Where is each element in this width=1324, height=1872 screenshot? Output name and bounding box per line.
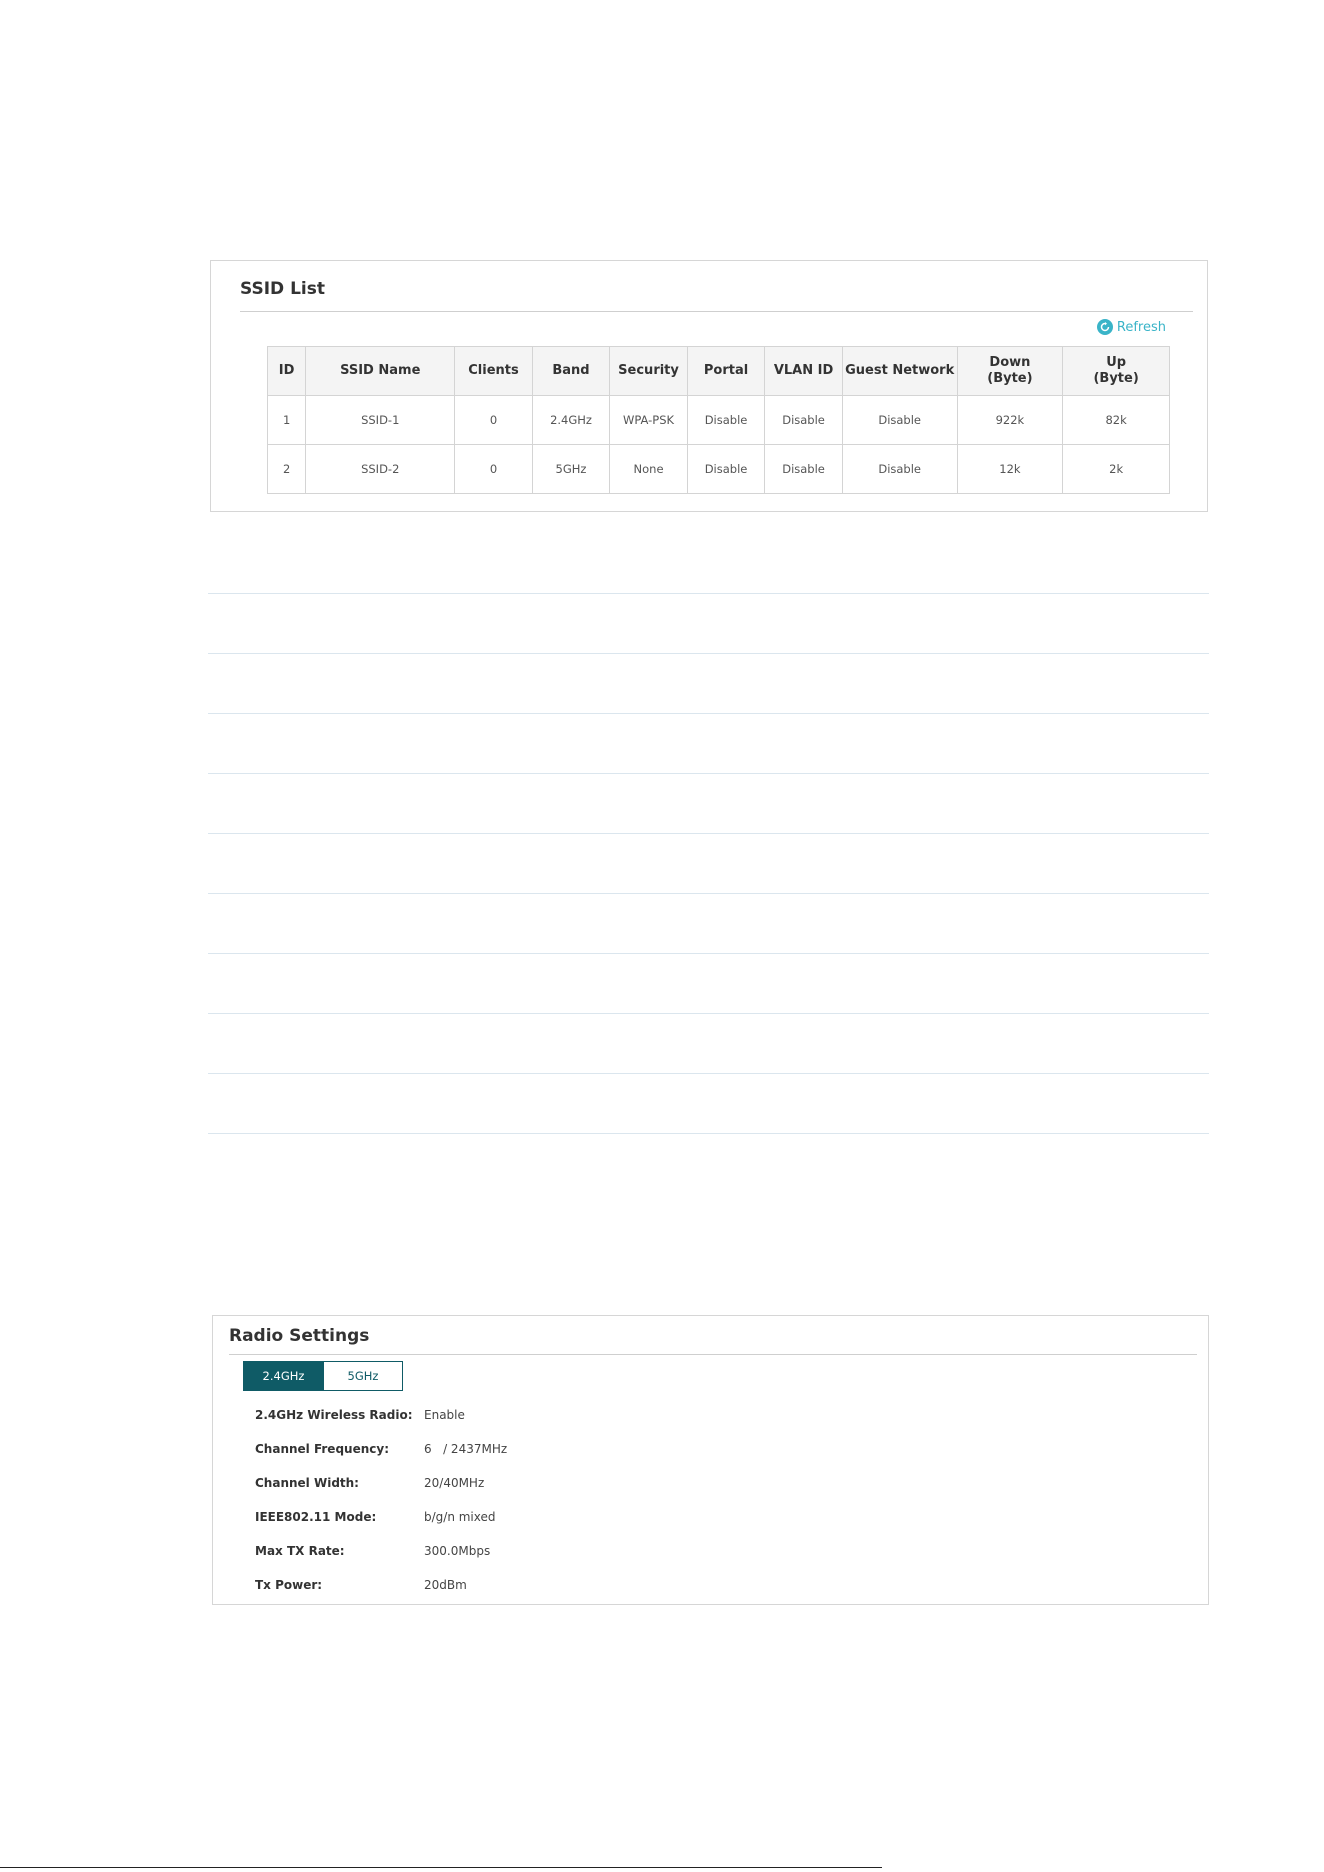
cell-down: 12k <box>956 444 1064 494</box>
setting-value: 300.0Mbps <box>424 1544 491 1558</box>
cell-up: 82k <box>1062 395 1170 445</box>
cell-up: 2k <box>1062 444 1170 494</box>
cell-id: 2 <box>266 444 307 494</box>
cell-clients: 0 <box>454 444 533 494</box>
column-header-security: Security <box>609 346 688 396</box>
ssid-list-title: SSID List <box>240 276 1193 312</box>
cell-band: 5GHz <box>531 444 611 494</box>
setting-label: Tx Power: <box>255 1578 323 1592</box>
setting-value: Enable <box>424 1408 465 1422</box>
setting-value: 6 / 2437MHz <box>424 1442 508 1456</box>
cell-guest-network: Disable <box>841 395 958 445</box>
divider-line <box>208 833 1209 834</box>
divider-line <box>208 893 1209 894</box>
cell-ssid-name: SSID-2 <box>305 444 456 494</box>
column-header-up: Up (Byte) <box>1062 346 1170 396</box>
cell-guest-network: Disable <box>841 444 958 494</box>
column-header-id: ID <box>266 346 307 396</box>
ssid-list-panel: SSID List Refresh ID SSID Name Clients B… <box>210 260 1208 512</box>
cell-security: None <box>609 444 688 494</box>
cell-id: 1 <box>266 395 307 445</box>
radio-settings-panel: Radio Settings 2.4GHz 5GHz 2.4GHz Wirele… <box>212 1315 1209 1605</box>
table-row: 1 SSID-1 0 2.4GHz WPA-PSK Disable Disabl… <box>266 395 1170 445</box>
setting-row-max-tx-rate: Max TX Rate: 300.0Mbps <box>255 1541 490 1561</box>
divider-line <box>208 1133 1209 1134</box>
setting-row-channel-width: Channel Width: 20/40MHz <box>255 1473 484 1493</box>
setting-row-ieee-mode: IEEE802.11 Mode: b/g/n mixed <box>255 1507 496 1527</box>
radio-settings-title: Radio Settings <box>229 1323 1197 1355</box>
cell-security: WPA-PSK <box>609 395 688 445</box>
column-header-guest-network: Guest Network <box>841 346 958 396</box>
divider-line <box>208 1013 1209 1014</box>
setting-value: 20dBm <box>424 1578 467 1592</box>
table-row: 2 SSID-2 0 5GHz None Disable Disable Dis… <box>266 444 1170 494</box>
cell-portal: Disable <box>686 395 766 445</box>
cell-ssid-name: SSID-1 <box>305 395 456 445</box>
cell-clients: 0 <box>454 395 533 445</box>
refresh-icon[interactable] <box>1096 319 1113 335</box>
cell-band: 2.4GHz <box>531 395 611 445</box>
divider-line <box>208 653 1209 654</box>
divider-line <box>208 953 1209 954</box>
column-header-down: Down (Byte) <box>956 346 1064 396</box>
refresh-button[interactable]: Refresh <box>1096 319 1166 335</box>
column-header-vlan-id: VLAN ID <box>764 346 843 396</box>
refresh-label[interactable]: Refresh <box>1117 320 1166 335</box>
setting-label: Max TX Rate: <box>255 1544 345 1558</box>
divider-line <box>208 773 1209 774</box>
column-header-ssid-name: SSID Name <box>305 346 456 396</box>
divider-line <box>208 593 1209 594</box>
cell-portal: Disable <box>686 444 766 494</box>
tab-2-4ghz[interactable]: 2.4GHz <box>244 1362 323 1390</box>
cell-vlan-id: Disable <box>764 444 843 494</box>
setting-label: IEEE802.11 Mode: <box>255 1510 377 1524</box>
tab-5ghz[interactable]: 5GHz <box>323 1362 402 1390</box>
setting-label: Channel Width: <box>255 1476 359 1490</box>
band-tabs: 2.4GHz 5GHz <box>243 1361 403 1391</box>
setting-row-tx-power: Tx Power: 20dBm <box>255 1575 467 1595</box>
setting-value: b/g/n mixed <box>424 1510 496 1524</box>
table-header-row: ID SSID Name Clients Band Security Porta… <box>266 346 1170 396</box>
setting-label: Channel Frequency: <box>255 1442 389 1456</box>
ssid-table: ID SSID Name Clients Band Security Porta… <box>266 346 1170 494</box>
footer-rule <box>0 1867 882 1868</box>
divider-line <box>208 1073 1209 1074</box>
setting-label: 2.4GHz Wireless Radio: <box>255 1408 413 1422</box>
cell-down: 922k <box>956 395 1064 445</box>
setting-row-wireless-radio: 2.4GHz Wireless Radio: Enable <box>255 1405 465 1425</box>
column-header-band: Band <box>531 346 611 396</box>
divider-line <box>208 713 1209 714</box>
setting-value: 20/40MHz <box>424 1476 485 1490</box>
cell-vlan-id: Disable <box>764 395 843 445</box>
column-header-clients: Clients <box>454 346 533 396</box>
setting-row-channel-frequency: Channel Frequency: 6 / 2437MHz <box>255 1439 507 1459</box>
column-header-portal: Portal <box>686 346 766 396</box>
